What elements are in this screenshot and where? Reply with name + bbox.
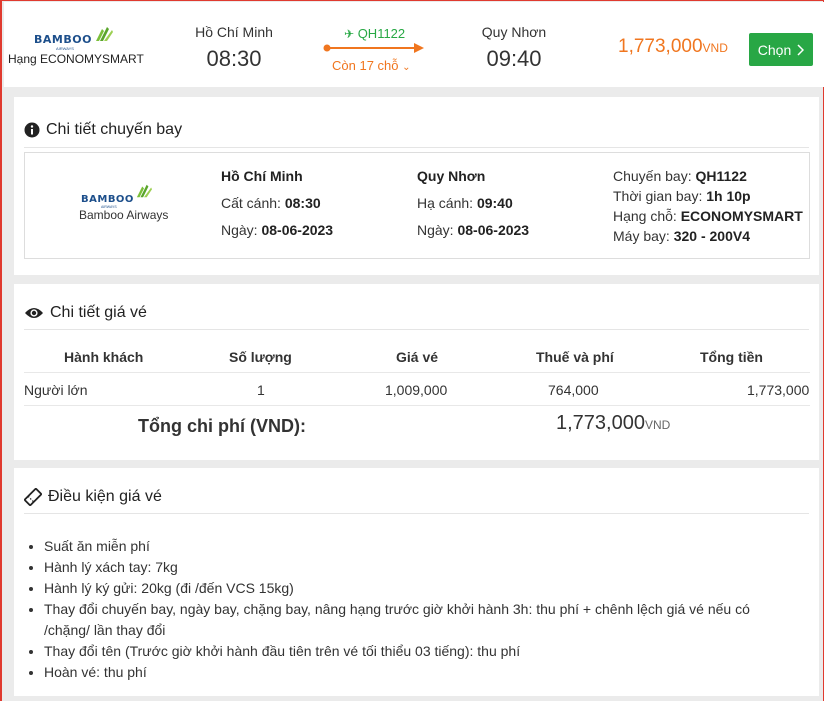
arrival-time: 09:40 [486, 46, 542, 71]
divider [24, 147, 809, 148]
column-header-passenger: Hành khách [64, 349, 144, 365]
departure-date: 08-06-2023 [261, 222, 334, 238]
passenger-type: Người lớn [24, 382, 88, 398]
divider [24, 513, 809, 514]
departure-city: Hồ Chí Minh [195, 24, 273, 40]
price-detail-title-text: Chi tiết giá vé [50, 304, 147, 321]
flight-detail-box: BAMBOO AIRWAYS Bamboo Airways Hồ Chí Min… [24, 152, 810, 259]
price-currency: VND [702, 41, 728, 55]
flight-code-text: QH1122 [357, 26, 406, 41]
booking-frame: BAMBOO AIRWAYS Hạng ECONOMYSMART Hồ Chí … [0, 0, 824, 701]
route-arrow-icon [323, 43, 424, 53]
bamboo-logo: BAMBOO AIRWAYS [81, 184, 152, 209]
seats-left-text: Còn 17 chỗ [332, 58, 399, 73]
landing-time: 09:40 [476, 195, 513, 211]
list-item: Hoàn vé: thu phí [29, 662, 775, 683]
fare-conditions-title-text: Điều kiện giá vé [48, 488, 162, 505]
logo-subtext: AIRWAYS [56, 46, 74, 51]
chevron-right-icon [797, 43, 805, 56]
flight-number: QH1122 [695, 168, 747, 184]
passenger-quantity: 1 [257, 382, 265, 398]
list-item: Hành lý ký gửi: 20kg (đi /đến VCS 15kg) [29, 578, 775, 599]
arrival-date: 08-06-2023 [457, 222, 530, 238]
date-label: Ngày: [417, 222, 454, 238]
column-header-total: Tổng tiền [700, 349, 763, 365]
duration-label: Thời gian bay: [613, 188, 703, 204]
bamboo-logo: BAMBOO AIRWAYS [34, 27, 113, 51]
column-header-quantity: Số lượng [229, 349, 292, 365]
date-label: Ngày: [221, 222, 258, 238]
bamboo-leaf-icon [136, 184, 152, 198]
flight-detail-title-text: Chi tiết chuyến bay [46, 121, 183, 138]
fare-conditions-title: Điều kiện giá vé [24, 488, 162, 506]
aircraft-label: Máy bay: [613, 228, 670, 244]
arrival-city: Quy Nhơn [417, 168, 486, 184]
price-value: 1,773,000 [618, 36, 703, 57]
takeoff-label: Cất cánh: [221, 195, 281, 211]
landing-label: Hạ cánh: [417, 195, 474, 211]
list-item: Thay đổi chuyến bay, ngày bay, chặng bay… [29, 599, 775, 641]
departure-city: Hồ Chí Minh [221, 168, 303, 184]
departure-detail: Hồ Chí Minh Cất cánh: 08:30 Ngày: 08-06-… [221, 163, 333, 244]
flight-detail-panel: Chi tiết chuyến bay BAMBOO AIRWAYS Bambo… [14, 97, 819, 275]
logo-wordmark: BAMBOO [34, 33, 92, 46]
total-cost-currency: VND [644, 418, 671, 432]
list-item: Hành lý xách tay: 7kg [29, 557, 775, 578]
column-header-tax: Thuế và phí [536, 349, 614, 365]
flight-detail-title: Chi tiết chuyến bay [24, 121, 182, 139]
flight-duration: 1h 10p [706, 188, 751, 204]
select-flight-button[interactable]: Chọn [749, 33, 813, 66]
aircraft-type: 320 - 200V4 [673, 228, 750, 244]
total-cost-value: 1,773,000 [556, 412, 645, 434]
flight-summary-bar[interactable]: BAMBOO AIRWAYS Hạng ECONOMYSMART Hồ Chí … [4, 2, 824, 87]
row-total-amount: 1,773,000 [747, 382, 810, 398]
departure-time: 08:30 [206, 46, 262, 71]
eye-icon [25, 308, 43, 318]
logo-wordmark: BAMBOO [81, 194, 134, 205]
takeoff-time: 08:30 [284, 195, 321, 211]
flight-price: 1,773,000VND [618, 36, 728, 58]
column-header-fare: Giá vé [396, 349, 439, 365]
arrival-city: Quy Nhơn [481, 24, 547, 40]
fare-class-label: Hạng ECONOMYSMART [8, 52, 144, 66]
total-cost-label: Tổng chi phí (VND): [138, 416, 306, 436]
price-detail-panel: Chi tiết giá vé Hành khách Số lượng Giá … [14, 284, 819, 460]
price-detail-title: Chi tiết giá vé [24, 304, 147, 322]
flight-info: Chuyến bay: QH1122 Thời gian bay: 1h 10p… [613, 166, 803, 246]
seat-class-label: Hạng chỗ: [613, 208, 677, 224]
fare-conditions-panel: Điều kiện giá vé Suất ăn miễn phí Hành l… [14, 468, 819, 696]
flight-code: ✈ QH1122 [344, 26, 405, 41]
divider [24, 329, 809, 330]
list-item: Suất ăn miễn phí [29, 536, 775, 557]
list-item: Thay đổi tên (Trước giờ khởi hành đầu ti… [29, 641, 775, 662]
tax-amount: 764,000 [548, 382, 599, 398]
plane-icon: ✈ [344, 27, 355, 41]
table-row-divider [24, 372, 810, 373]
table-row-divider [24, 405, 810, 406]
chevron-down-icon: ⌄ [402, 62, 411, 73]
arrival-detail: Quy Nhơn Hạ cánh: 09:40 Ngày: 08-06-2023 [417, 163, 529, 244]
airline-name: Bamboo Airways [79, 208, 169, 222]
total-cost: 1,773,000VND [556, 412, 670, 435]
flight-number-label: Chuyến bay: [613, 168, 692, 184]
seats-left-dropdown[interactable]: Còn 17 chỗ ⌄ [332, 58, 411, 73]
select-button-label: Chọn [757, 41, 792, 58]
bamboo-leaf-icon [96, 27, 113, 41]
fare-conditions-list: Suất ăn miễn phí Hành lý xách tay: 7kg H… [29, 536, 775, 683]
ticket-icon [24, 488, 42, 506]
seat-class: ECONOMYSMART [680, 208, 803, 224]
fare-amount: 1,009,000 [385, 382, 448, 398]
info-circle-icon [24, 122, 40, 138]
